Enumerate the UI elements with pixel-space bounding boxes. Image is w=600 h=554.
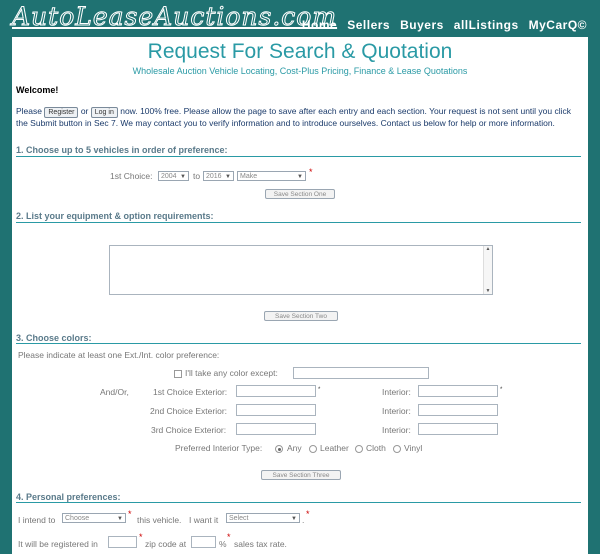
page-title: Request For Search & Quotation: [147, 40, 453, 63]
register-button[interactable]: Register: [44, 107, 79, 118]
intro-paragraph: Please Register or Log in now. 100% free…: [16, 106, 584, 128]
period-text: .: [302, 515, 305, 525]
chevron-down-icon: ▼: [297, 174, 303, 180]
want-select[interactable]: Select ▼: [226, 513, 300, 523]
intend-label: I intend to: [18, 515, 56, 525]
page-subtitle: Wholesale Auction Vehicle Locating, Cost…: [132, 66, 468, 76]
chevron-down-icon: ▼: [180, 174, 186, 180]
year-from-select[interactable]: 2004 ▼: [158, 171, 189, 181]
int2-label: Interior:: [382, 406, 411, 416]
intro-now-free: now. 100% free.: [120, 106, 182, 116]
any-color-except-input[interactable]: [293, 367, 429, 379]
first-choice-label: 1st Choice:: [110, 171, 153, 181]
interior-vinyl-radio[interactable]: [393, 445, 401, 453]
any-color-checkbox[interactable]: [174, 370, 182, 378]
want-value: Select: [229, 515, 249, 522]
section1-title: 1. Choose up to 5 vehicles in order of p…: [16, 145, 228, 155]
int1-label: Interior:: [382, 387, 411, 397]
tax-label: sales tax rate.: [234, 539, 287, 549]
ext2-input[interactable]: [236, 404, 316, 416]
required-asterisk: *: [318, 387, 321, 393]
ext2-label: 2nd Choice Exterior:: [150, 406, 228, 416]
color-instruction: Please indicate at least one Ext./Int. c…: [18, 350, 220, 360]
year-to-select[interactable]: 2016 ▼: [203, 171, 234, 181]
save-section-two-button[interactable]: Save Section Two: [264, 311, 338, 321]
interior-any-label: Any: [287, 443, 302, 453]
required-asterisk: *: [500, 387, 503, 393]
interior-type-label: Preferred Interior Type:: [175, 443, 263, 453]
ext3-label: 3rd Choice Exterior:: [151, 425, 227, 435]
interior-leather-radio[interactable]: [309, 445, 317, 453]
section4-title: 4. Personal preferences:: [16, 492, 121, 502]
scroll-down-icon[interactable]: ▼: [484, 288, 492, 294]
nav-sellers[interactable]: Sellers: [347, 18, 390, 32]
make-value: Make: [240, 173, 258, 180]
int3-label: Interior:: [382, 425, 411, 435]
to-label: to: [193, 171, 201, 181]
vehicle-label: this vehicle.: [137, 515, 182, 525]
chevron-down-icon: ▼: [117, 516, 123, 522]
section2-title: 2. List your equipment & option requirem…: [16, 211, 214, 221]
textarea-scrollbar[interactable]: ▲ ▼: [483, 246, 492, 294]
form-panel: Request For Search & Quotation Wholesale…: [12, 37, 588, 554]
site-header: AutoLeaseAuctions.com Home Sellers Buyer…: [0, 0, 600, 36]
tax-rate-input[interactable]: [191, 536, 216, 548]
percent-label: %: [219, 539, 227, 549]
ext3-input[interactable]: [236, 423, 316, 435]
chevron-down-icon: ▼: [291, 516, 297, 522]
required-asterisk: *: [128, 509, 132, 519]
and-or-label: And/Or,: [100, 387, 129, 397]
int2-input[interactable]: [418, 404, 498, 416]
zip-code-input[interactable]: [108, 536, 137, 548]
interior-vinyl-label: Vinyl: [404, 443, 423, 453]
interior-leather-label: Leather: [320, 443, 349, 453]
required-asterisk: *: [139, 532, 143, 542]
year-to-value: 2016: [206, 173, 222, 180]
section3-title: 3. Choose colors:: [16, 333, 92, 343]
required-asterisk: *: [309, 167, 313, 177]
save-section-three-button[interactable]: Save Section Three: [261, 470, 341, 480]
required-asterisk: *: [227, 532, 231, 542]
welcome-text: Welcome!: [16, 85, 59, 95]
nav-all-listings[interactable]: allListings: [454, 18, 519, 32]
section3-divider: [16, 343, 581, 344]
chevron-down-icon: ▼: [225, 174, 231, 180]
nav-home[interactable]: Home: [302, 18, 337, 32]
interior-cloth-label: Cloth: [366, 443, 386, 453]
make-select[interactable]: Make ▼: [237, 171, 306, 181]
int1-input[interactable]: [418, 385, 498, 397]
login-button[interactable]: Log in: [90, 107, 118, 118]
main-nav: Home Sellers Buyers allListings MyCarQ©: [302, 18, 587, 32]
intend-value: Choose: [65, 515, 90, 522]
intro-please: Please: [16, 106, 42, 116]
section2-divider: [16, 222, 581, 223]
want-label: I want it: [189, 515, 219, 525]
ext1-input[interactable]: [236, 385, 316, 397]
section4-divider: [16, 502, 581, 503]
any-color-label: I'll take any color except:: [185, 368, 278, 378]
nav-buyers[interactable]: Buyers: [400, 18, 444, 32]
year-from-value: 2004: [161, 173, 177, 180]
site-logo[interactable]: AutoLeaseAuctions.com: [11, 2, 337, 32]
zip-label: zip code at: [145, 539, 187, 549]
intro-or: or: [80, 106, 89, 116]
intend-select[interactable]: Choose ▼: [62, 513, 126, 523]
equipment-options-textarea[interactable]: ▲ ▼: [109, 245, 493, 295]
nav-mycarq[interactable]: MyCarQ©: [529, 18, 587, 32]
interior-any-radio[interactable]: [275, 445, 283, 453]
scroll-up-icon[interactable]: ▲: [484, 246, 492, 252]
save-section-one-button[interactable]: Save Section One: [265, 189, 335, 199]
ext1-label: 1st Choice Exterior:: [153, 387, 228, 397]
interior-cloth-radio[interactable]: [355, 445, 363, 453]
required-asterisk: *: [306, 509, 310, 519]
registered-label: It will be registered in: [18, 539, 98, 549]
section1-divider: [16, 156, 581, 157]
int3-input[interactable]: [418, 423, 498, 435]
